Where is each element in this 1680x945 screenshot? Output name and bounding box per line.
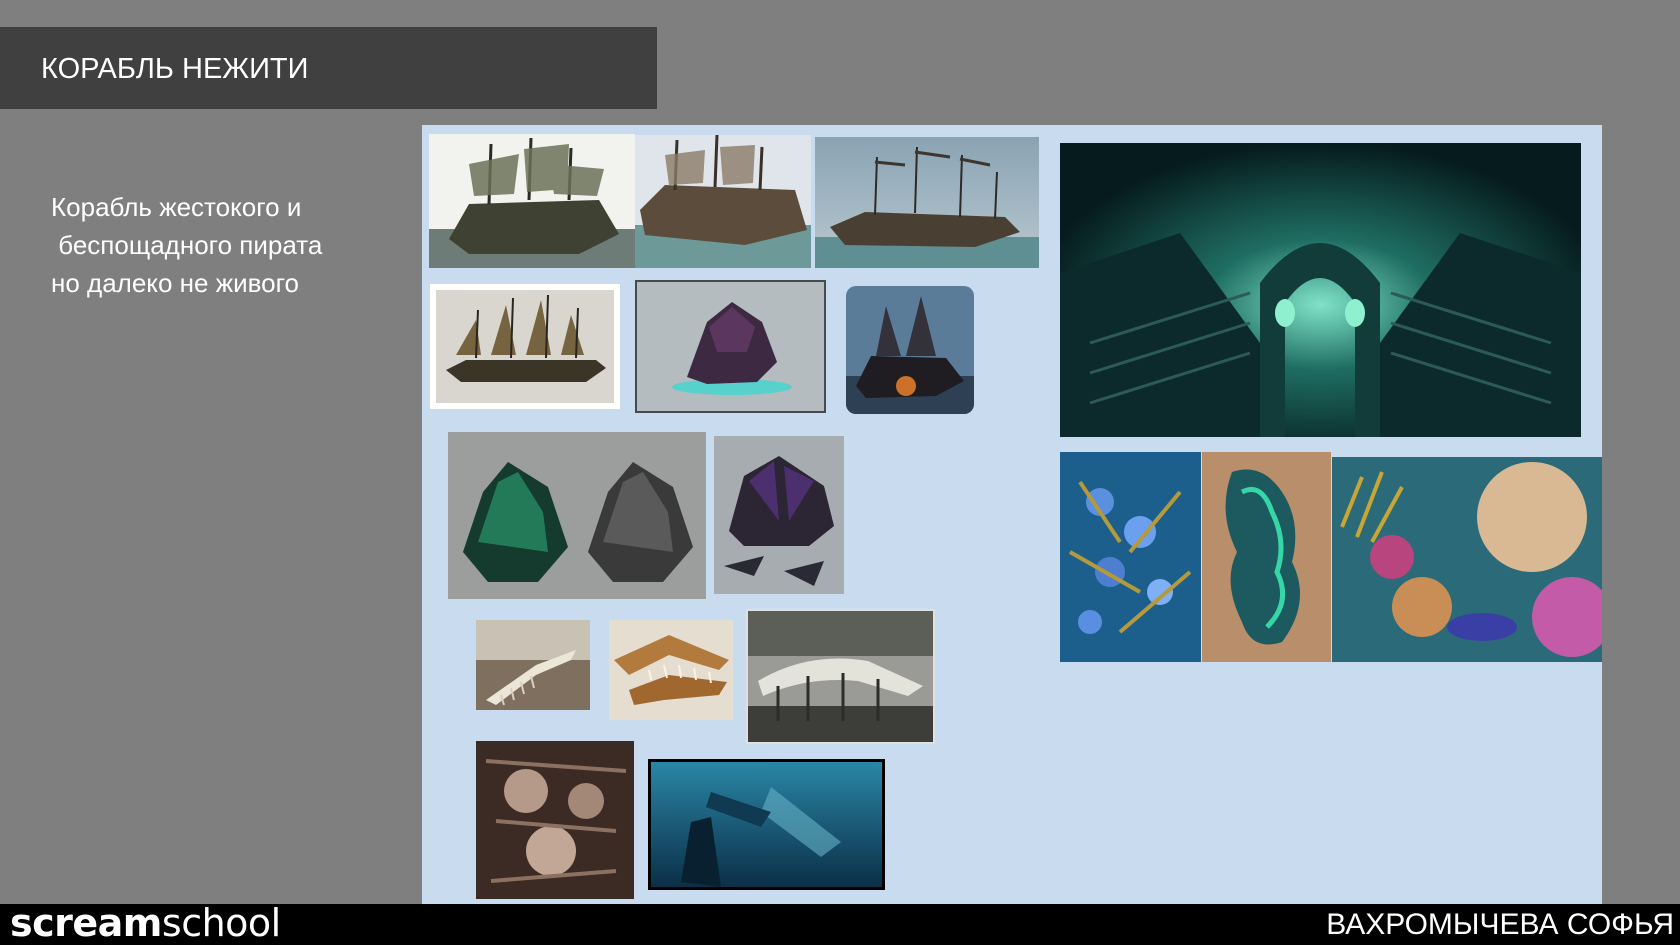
purple-sail-ship-concept <box>714 436 844 594</box>
underwater-wreck-scene <box>648 759 885 890</box>
wrecked-galleon-photo <box>635 135 811 268</box>
coral-polyps <box>1060 452 1201 662</box>
description-line: но далеко не живого <box>51 268 299 298</box>
whale-skeleton-outdoor <box>746 609 935 744</box>
burning-ship-art <box>846 286 974 414</box>
green-glowing-ship-concept <box>448 432 706 599</box>
fish-skull-jaws <box>609 620 733 720</box>
description-line: Корабль жестокого и <box>51 192 302 222</box>
scream-school-logo: screamschool <box>10 902 281 944</box>
description-line: беспощадного пирата <box>51 230 323 260</box>
author-name: ВАХРОМЫЧЕВА СОФЬЯ <box>1326 908 1674 941</box>
whale-skeleton-museum <box>476 620 590 710</box>
logo-light-text: school <box>161 901 281 945</box>
carved-skull-relief <box>476 741 634 899</box>
logo-bold-text: scream <box>10 901 162 945</box>
torn-sails-ship-sketch <box>430 284 620 409</box>
coral-reef <box>1332 457 1602 662</box>
giant-clam <box>1202 452 1331 662</box>
purple-ghost-ship-render <box>635 280 826 413</box>
ghost-ship-deck-gate <box>1060 143 1581 437</box>
ghost-ship-photo <box>429 134 635 268</box>
slide-description: Корабль жестокого и беспощадного пирата … <box>51 188 411 302</box>
galleon-at-sea-photo <box>815 137 1039 268</box>
slide-title: КОРАБЛЬ НЕЖИТИ <box>41 53 309 85</box>
